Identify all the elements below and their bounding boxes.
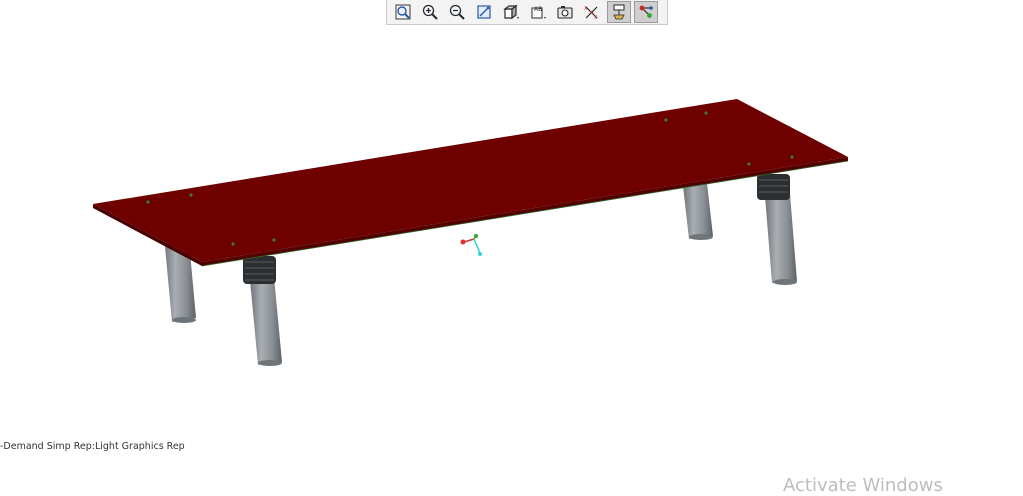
datum-display-icon: X X: [584, 6, 598, 21]
table-leg-front-left[interactable]: [250, 277, 282, 366]
zoom-in-icon: [422, 4, 438, 20]
leveling-foot-front-left[interactable]: [243, 256, 276, 284]
model-view[interactable]: [0, 0, 1023, 496]
table-top-plate[interactable]: [93, 99, 849, 267]
graphics-toolbar: AB X X: [386, 0, 668, 25]
display-style-icon: [503, 4, 519, 20]
annotation-display-button[interactable]: [607, 1, 631, 23]
saved-orientations-icon: AB: [531, 6, 546, 19]
datum-display-button[interactable]: X X: [580, 1, 604, 23]
view-manager-button[interactable]: [553, 1, 577, 23]
zoom-in-button[interactable]: [418, 1, 442, 23]
simplified-rep-status: -Demand Simp Rep:Light Graphics Rep: [0, 441, 185, 452]
zoom-out-button[interactable]: [445, 1, 469, 23]
graphics-window[interactable]: AB X X -Demand Simp Rep:Light Graphics R…: [0, 0, 1023, 496]
spin-center-button[interactable]: [634, 1, 658, 23]
table-leg-front-right[interactable]: [765, 194, 797, 285]
spin-center-icon: [639, 5, 653, 18]
refit-button[interactable]: [391, 1, 415, 23]
repaint-icon: [477, 5, 491, 19]
table-leg-back-right[interactable]: [683, 183, 713, 240]
refit-icon: [395, 4, 411, 20]
view-manager-icon: [557, 6, 573, 19]
display-style-button[interactable]: [499, 1, 523, 23]
svg-text:AB: AB: [534, 6, 542, 13]
zoom-out-icon: [449, 4, 465, 20]
svg-text:X: X: [584, 6, 588, 12]
repaint-button[interactable]: [472, 1, 496, 23]
svg-text:X: X: [594, 15, 598, 21]
annotation-display-icon: [613, 4, 625, 20]
activate-windows-watermark: Activate Windows: [783, 475, 943, 496]
coordinate-triad-icon: [460, 234, 482, 256]
leveling-foot-front-right[interactable]: [757, 174, 790, 200]
saved-orientations-button[interactable]: AB: [526, 1, 550, 23]
